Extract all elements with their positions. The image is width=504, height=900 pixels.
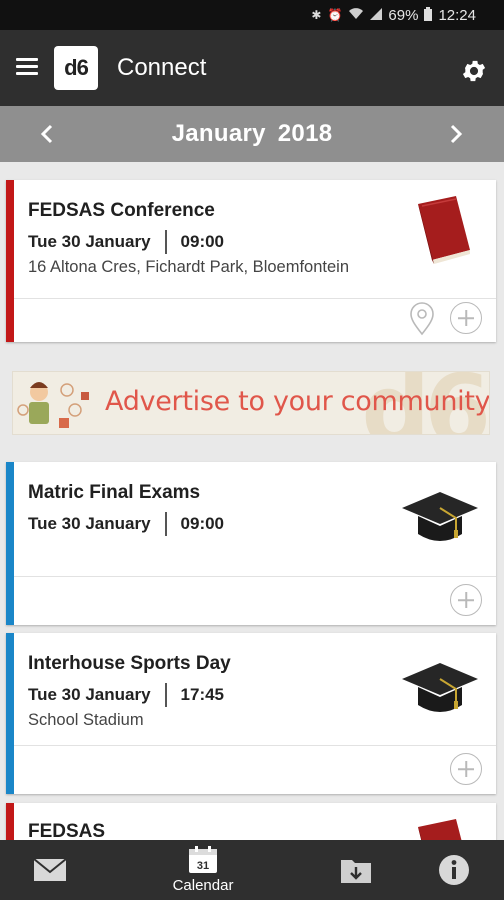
event-datetime: Tue 30 January 09:00 bbox=[28, 230, 224, 254]
map-pin-icon[interactable] bbox=[408, 302, 436, 336]
event-location: 16 Altona Cres, Fichardt Park, Bloemfont… bbox=[28, 258, 349, 276]
event-card[interactable]: FEDSAS Conference Tue 30 January 09:00 1… bbox=[6, 180, 496, 342]
event-card[interactable]: Interhouse Sports Day Tue 30 January 17:… bbox=[6, 633, 496, 794]
event-card[interactable]: Matric Final Exams Tue 30 January 09:00 bbox=[6, 462, 496, 625]
event-time: 09:00 bbox=[180, 232, 225, 251]
graduation-cap-icon bbox=[402, 663, 478, 712]
nav-info[interactable] bbox=[436, 840, 472, 900]
battery-icon bbox=[424, 6, 433, 24]
add-to-calendar-button[interactable] bbox=[450, 753, 482, 785]
event-time: 17:45 bbox=[180, 685, 225, 704]
signal-icon bbox=[370, 7, 383, 23]
event-date: Tue 30 January bbox=[28, 232, 151, 251]
ad-text: Advertise to your community. bbox=[105, 386, 490, 417]
event-list[interactable]: FEDSAS Conference Tue 30 January 09:00 1… bbox=[0, 162, 504, 840]
book-icon bbox=[418, 196, 470, 264]
event-accent-stripe bbox=[6, 462, 14, 625]
event-title: FEDSAS Conference bbox=[28, 200, 215, 221]
app-title: Connect bbox=[117, 54, 207, 81]
bottom-navigation: 31 Calendar bbox=[0, 840, 504, 900]
hamburger-menu-icon[interactable] bbox=[16, 58, 40, 76]
event-title: FEDSAS bbox=[28, 821, 106, 840]
datetime-separator bbox=[164, 230, 167, 254]
chevron-right-icon[interactable] bbox=[443, 122, 467, 146]
event-datetime: Tue 30 January 17:45 bbox=[28, 683, 224, 707]
event-time: 09:00 bbox=[180, 514, 225, 533]
app-bar: d6 Connect bbox=[0, 30, 504, 106]
graduation-cap-icon bbox=[402, 492, 478, 541]
battery-percent: 69% bbox=[388, 6, 419, 24]
event-title: Interhouse Sports Day bbox=[28, 653, 231, 674]
download-folder-icon bbox=[341, 860, 371, 883]
gear-icon[interactable] bbox=[460, 57, 488, 85]
event-title: Matric Final Exams bbox=[28, 482, 201, 503]
event-date: Tue 30 January bbox=[28, 514, 151, 533]
event-accent-stripe bbox=[6, 803, 14, 840]
month-navigation-bar: January 2018 bbox=[0, 106, 504, 162]
community-illustration-icon bbox=[17, 382, 89, 428]
event-accent-stripe bbox=[6, 180, 14, 342]
calendar-icon-day: 31 bbox=[197, 860, 209, 872]
nav-calendar[interactable]: 31 Calendar bbox=[160, 840, 246, 900]
nav-downloads[interactable] bbox=[338, 840, 374, 900]
year-label: 2018 bbox=[277, 120, 333, 147]
alarm-icon: ⏰ bbox=[327, 8, 343, 22]
card-divider bbox=[14, 745, 496, 746]
event-date: Tue 30 January bbox=[28, 685, 151, 704]
add-to-calendar-button[interactable] bbox=[450, 584, 482, 616]
envelope-icon bbox=[33, 858, 67, 881]
info-icon bbox=[439, 855, 469, 885]
event-datetime: Tue 30 January 09:00 bbox=[28, 512, 224, 536]
event-location: School Stadium bbox=[28, 711, 144, 729]
event-accent-stripe bbox=[6, 633, 14, 794]
bluetooth-icon: ✱ bbox=[311, 8, 322, 22]
app-logo: d6 bbox=[54, 46, 98, 90]
book-icon bbox=[418, 819, 462, 840]
status-bar: ✱ ⏰ 69% 12:24 bbox=[0, 0, 504, 30]
status-time: 12:24 bbox=[438, 6, 476, 24]
card-divider bbox=[14, 298, 496, 299]
nav-messages[interactable] bbox=[28, 840, 72, 900]
event-card[interactable]: FEDSAS bbox=[6, 803, 496, 840]
datetime-separator bbox=[164, 512, 167, 536]
add-to-calendar-button[interactable] bbox=[450, 302, 482, 334]
ad-banner[interactable]: d6 Advertise to your community. bbox=[12, 371, 490, 435]
wifi-icon bbox=[348, 7, 364, 23]
datetime-separator bbox=[164, 683, 167, 707]
card-divider bbox=[14, 576, 496, 577]
calendar-icon: 31 bbox=[189, 846, 217, 873]
month-label: January bbox=[171, 120, 266, 147]
month-year-title: January 2018 bbox=[172, 120, 333, 148]
chevron-left-icon[interactable] bbox=[36, 122, 60, 146]
nav-calendar-label: Calendar bbox=[172, 877, 234, 894]
